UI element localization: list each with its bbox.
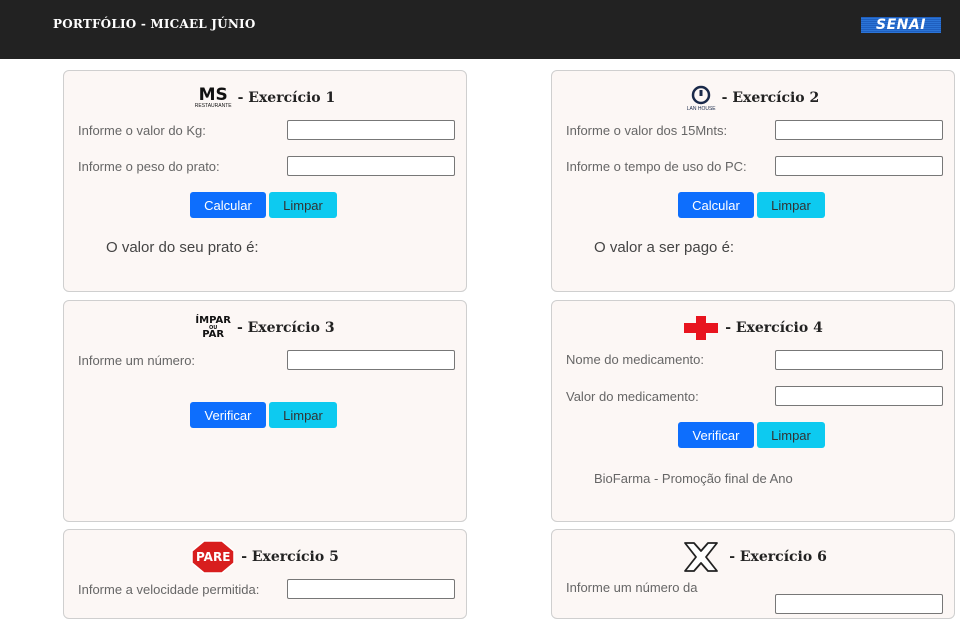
speed-limit-label: Informe a velocidade permitida: — [78, 582, 260, 597]
plate-weight-input[interactable] — [287, 156, 455, 176]
rate-label: Informe o valor dos 15Mnts: — [566, 123, 728, 138]
medicine-value-label: Valor do medicamento: — [566, 389, 699, 404]
verify-button[interactable]: Verificar — [678, 422, 754, 448]
exercise-3-card: ÍMPAR OU PAR - Exercício 3 Informe um nú… — [63, 300, 467, 522]
card-title: - Exercício 4 — [552, 313, 954, 343]
odd-even-logo: ÍMPAR OU PAR — [195, 315, 231, 341]
medicine-value-input[interactable] — [775, 386, 943, 406]
calculate-button[interactable]: Calcular — [678, 192, 754, 218]
plate-weight-label: Informe o peso do prato: — [78, 159, 220, 174]
top-navbar: PORTFÓLIO - MICAEL JÚNIO SENAI — [0, 0, 960, 59]
stop-sign-icon: PARE — [191, 540, 235, 574]
kg-value-label: Informe o valor do Kg: — [78, 123, 206, 138]
card-title: - Exercício 6 — [552, 542, 954, 572]
clear-button[interactable]: Limpar — [269, 192, 337, 218]
card-title: ÍMPAR OU PAR - Exercício 3 — [64, 313, 466, 343]
card-title: MS RESTAURANTE - Exercício 1 — [64, 83, 466, 113]
restaurant-logo: MS RESTAURANTE — [194, 85, 232, 109]
rate-input[interactable] — [775, 120, 943, 140]
verify-button[interactable]: Verificar — [190, 402, 266, 428]
exercise-title: - Exercício 6 — [729, 549, 827, 565]
card-title: LAN HOUSE - Exercício 2 — [552, 83, 954, 113]
multiply-icon — [679, 540, 723, 574]
exercise-title: - Exercício 5 — [241, 549, 339, 565]
card-title: PARE - Exercício 5 — [64, 540, 466, 574]
exercise-2-card: LAN HOUSE - Exercício 2 Informe o valor … — [551, 70, 955, 292]
exercise-6-card: - Exercício 6 Informe um número da — [551, 529, 955, 619]
exercise-5-card: PARE - Exercício 5 Informe a velocidade … — [63, 529, 467, 619]
medicine-name-label: Nome do medicamento: — [566, 352, 705, 367]
exercise-title: - Exercício 3 — [236, 320, 335, 336]
kg-value-input[interactable] — [287, 120, 455, 140]
monitor-icon — [691, 85, 711, 104]
pharmacy-cross-icon — [683, 315, 719, 341]
exercise-title: - Exercício 4 — [725, 320, 823, 336]
clear-button[interactable]: Limpar — [757, 422, 825, 448]
number-label: Informe um número da — [566, 580, 698, 595]
portfolio-title[interactable]: PORTFÓLIO - MICAEL JÚNIO — [53, 17, 255, 31]
number-label: Informe um número: — [78, 353, 196, 368]
speed-limit-input[interactable] — [287, 579, 455, 599]
medicine-name-input[interactable] — [775, 350, 943, 370]
senai-logo: SENAI — [861, 17, 941, 33]
exercise-title: - Exercício 1 — [237, 90, 336, 106]
number-input[interactable] — [775, 594, 943, 614]
promotion-result-text: BioFarma - Promoção final de Ano — [594, 471, 793, 486]
number-input[interactable] — [287, 350, 455, 370]
exercise-4-card: - Exercício 4 Nome do medicamento: Valor… — [551, 300, 955, 522]
usage-time-label: Informe o tempo de uso do PC: — [566, 159, 747, 174]
calculate-button[interactable]: Calcular — [190, 192, 266, 218]
clear-button[interactable]: Limpar — [757, 192, 825, 218]
clear-button[interactable]: Limpar — [269, 402, 337, 428]
payment-result-text: O valor a ser pago é: — [594, 239, 735, 256]
lan-house-logo: LAN HOUSE — [687, 85, 716, 112]
plate-result-text: O valor do seu prato é: — [106, 239, 259, 256]
exercise-title: - Exercício 2 — [721, 90, 820, 106]
usage-time-input[interactable] — [775, 156, 943, 176]
exercise-1-card: MS RESTAURANTE - Exercício 1 Informe o v… — [63, 70, 467, 292]
